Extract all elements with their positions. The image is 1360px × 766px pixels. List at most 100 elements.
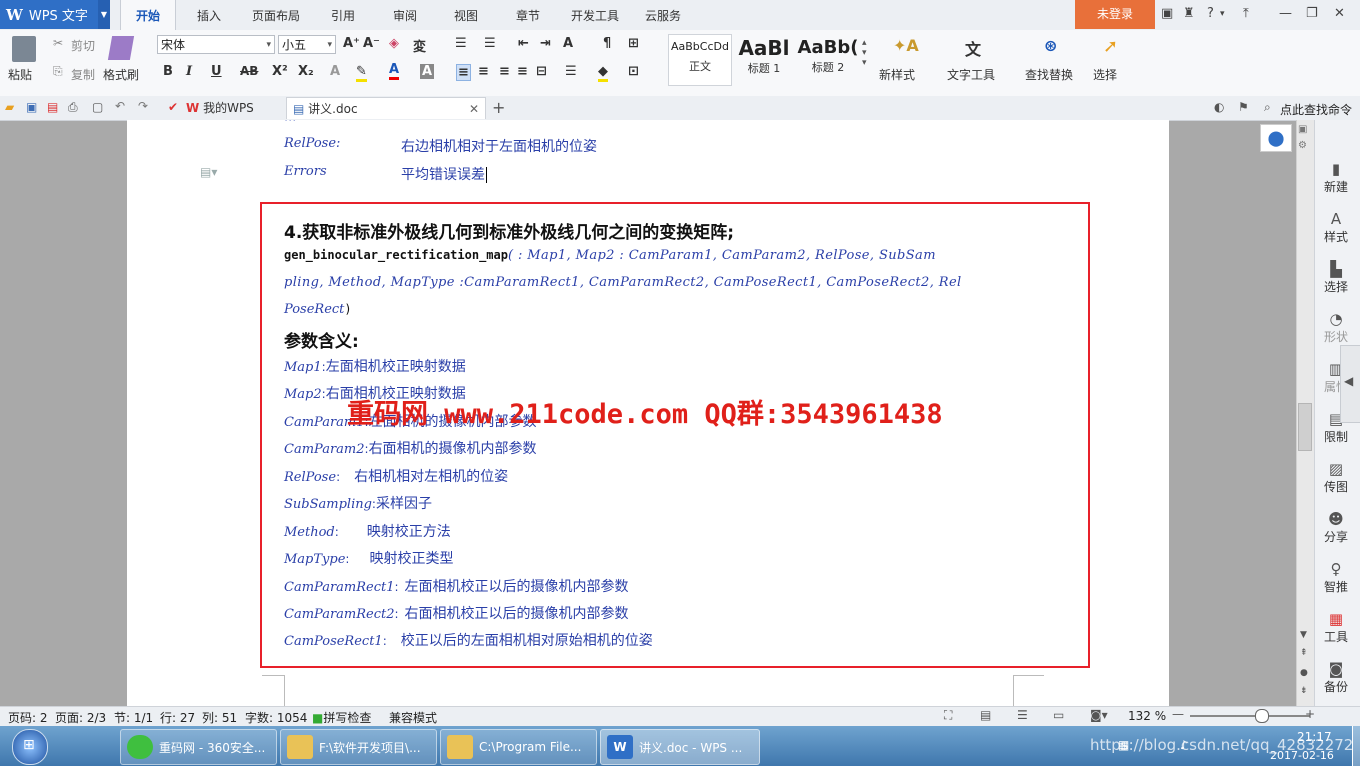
tab-review[interactable]: 审阅: [380, 0, 430, 30]
zoom-out-icon[interactable]: —: [1172, 707, 1184, 721]
pane-style[interactable]: A 样式: [1316, 210, 1356, 245]
find-replace-button[interactable]: 查找替换: [1025, 66, 1073, 83]
login-button[interactable]: 未登录: [1075, 0, 1155, 29]
minimize-icon[interactable]: —: [1279, 6, 1292, 21]
outline-view-icon[interactable]: ☰: [1017, 708, 1028, 722]
scissors-icon[interactable]: ✂: [53, 36, 63, 50]
paste-icon[interactable]: [12, 36, 36, 62]
pinyin-icon[interactable]: 変: [413, 36, 426, 55]
quick-access-icon[interactable]: ✔: [168, 100, 178, 114]
shirt-icon[interactable]: ♜: [1183, 6, 1195, 21]
upload-icon[interactable]: ⤒: [1243, 6, 1249, 21]
pane-shape[interactable]: ◔ 形状: [1316, 310, 1356, 345]
highlight-icon[interactable]: ✎: [356, 64, 367, 82]
increase-indent-icon[interactable]: ⇥: [540, 36, 551, 51]
align-left-icon[interactable]: ≡: [456, 64, 471, 81]
border-icon[interactable]: ⊡: [628, 64, 639, 79]
command-search[interactable]: 点此查找命令: [1280, 101, 1352, 118]
restore-icon[interactable]: ❐: [1306, 6, 1318, 21]
save-icon[interactable]: ▣: [26, 100, 37, 114]
align-center-icon[interactable]: ≡: [478, 64, 489, 79]
status-pages[interactable]: 页面: 2/3: [55, 709, 106, 726]
taskbar-item-folder-2[interactable]: C:\Program File...: [440, 729, 597, 765]
taskbar-item-folder-1[interactable]: F:\软件开发项目\...: [280, 729, 437, 765]
superscript-icon[interactable]: X²: [272, 64, 288, 79]
start-button[interactable]: ⊞: [12, 729, 48, 765]
copy-button[interactable]: 复制: [71, 66, 95, 83]
cut-button[interactable]: 剪切: [71, 37, 95, 54]
zoom-in-icon[interactable]: +: [1305, 707, 1315, 721]
flag-icon[interactable]: ⚑: [1238, 100, 1249, 114]
pdf-icon[interactable]: ▤: [47, 100, 58, 114]
text-tools-icon[interactable]: 文: [965, 36, 981, 60]
justify-icon[interactable]: ≡: [517, 64, 528, 79]
pane-tools[interactable]: ▦ 工具: [1316, 610, 1356, 645]
font-name-select[interactable]: 宋体: [157, 35, 275, 55]
paragraph-handle-icon[interactable]: ▤▾: [200, 165, 217, 179]
italic-icon[interactable]: I: [186, 64, 192, 79]
char-shading-icon[interactable]: A: [420, 64, 435, 79]
chinese-layout-icon[interactable]: A: [563, 36, 573, 51]
close-icon[interactable]: ✕: [1334, 6, 1345, 21]
table-icon[interactable]: ⊞: [628, 36, 639, 51]
zoom-slider-thumb[interactable]: [1255, 709, 1269, 723]
pane-smart[interactable]: ♀ 智推: [1316, 560, 1356, 595]
select-cursor-icon[interactable]: ➚: [1103, 36, 1118, 57]
text-tools-button[interactable]: 文字工具: [947, 66, 995, 83]
pane-image[interactable]: ▨ 传图: [1316, 460, 1356, 495]
fullscreen-icon[interactable]: ⛶: [944, 708, 952, 723]
tab-view[interactable]: 视图: [441, 0, 491, 30]
style-normal[interactable]: AaBbCcDd 正文: [668, 34, 732, 86]
panel-settings-icon[interactable]: ⚙: [1298, 140, 1307, 151]
tab-references[interactable]: 引用: [318, 0, 368, 30]
new-tab-icon[interactable]: +: [492, 98, 505, 117]
print-preview-icon[interactable]: ▢: [92, 100, 103, 114]
underline-icon[interactable]: U: [211, 64, 222, 79]
pane-select[interactable]: ▙ 选择: [1316, 260, 1356, 295]
scrollbar-thumb[interactable]: [1298, 403, 1312, 451]
select-browse-icon[interactable]: ●: [1300, 668, 1308, 678]
new-style-button[interactable]: 新样式: [879, 66, 915, 83]
status-word-count[interactable]: 字数: 1054: [245, 709, 307, 726]
new-style-icon[interactable]: ✦A: [893, 36, 919, 55]
subscript-icon[interactable]: X₂: [298, 64, 314, 79]
tab-chapter[interactable]: 章节: [503, 0, 553, 30]
help-icon[interactable]: ?: [1207, 6, 1214, 21]
tab-document[interactable]: ▤ 讲义.doc ✕: [286, 97, 486, 119]
bold-icon[interactable]: B: [163, 64, 173, 79]
style-heading-1[interactable]: AaBl 标题 1: [733, 34, 795, 84]
scroll-down-icon[interactable]: ▼: [1300, 630, 1307, 640]
print-icon[interactable]: ⎙: [68, 100, 78, 115]
tab-my-wps[interactable]: W 我的WPS: [186, 97, 282, 119]
undo-icon[interactable]: ↶: [115, 99, 125, 113]
panel-pin-icon[interactable]: ▣: [1298, 124, 1307, 135]
skin-icon[interactable]: ▣: [1161, 6, 1173, 21]
format-painter-button[interactable]: 格式刷: [103, 66, 139, 83]
numbered-list-icon[interactable]: ☰: [484, 36, 496, 51]
zoom-slider[interactable]: [1190, 715, 1310, 717]
align-right-icon[interactable]: ≡: [499, 64, 510, 79]
font-color-icon[interactable]: A: [389, 62, 400, 80]
help-chevron-icon[interactable]: ▾: [1220, 9, 1225, 19]
tab-developer[interactable]: 开发工具: [562, 0, 628, 30]
grow-font-icon[interactable]: A⁺: [343, 36, 360, 51]
web-view-icon[interactable]: ▭: [1053, 708, 1064, 722]
tab-insert[interactable]: 插入: [184, 0, 234, 30]
format-painter-icon[interactable]: [107, 36, 135, 60]
text-effect-icon[interactable]: A: [330, 64, 340, 79]
chevron-down-icon[interactable]: ▼: [98, 0, 110, 29]
show-desktop-button[interactable]: [1352, 726, 1360, 766]
clear-format-icon[interactable]: ◈: [389, 36, 399, 51]
show-marks-icon[interactable]: ¶: [603, 36, 611, 51]
page-view-icon[interactable]: ▤: [980, 708, 991, 722]
shrink-font-icon[interactable]: A⁻: [363, 36, 380, 51]
next-page-icon[interactable]: ⇟: [1300, 686, 1308, 696]
decrease-indent-icon[interactable]: ⇤: [518, 36, 529, 51]
tab-cloud[interactable]: 云服务: [636, 0, 690, 30]
shading-icon[interactable]: ◆: [598, 64, 608, 82]
pane-share[interactable]: ☻ 分享: [1316, 510, 1356, 545]
pane-backup[interactable]: ◙ 备份: [1316, 660, 1356, 695]
open-folder-icon[interactable]: ▰: [5, 100, 14, 114]
styles-scroll-icon[interactable]: ▴ ▾ ▾: [862, 38, 867, 68]
pane-new[interactable]: ▮ 新建: [1316, 160, 1356, 195]
